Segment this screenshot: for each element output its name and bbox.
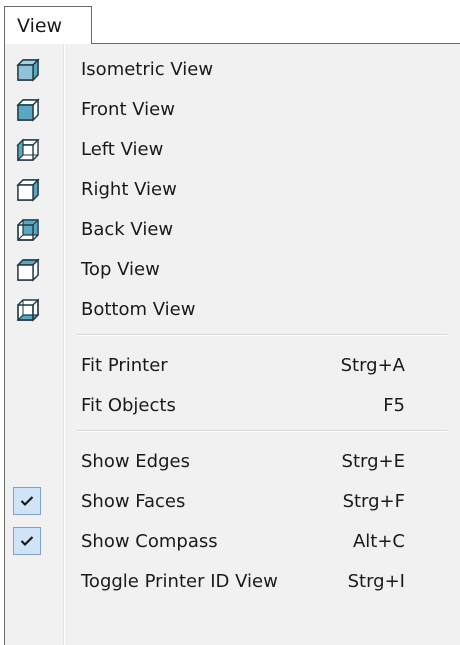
menu-item-label: Front View [81,99,175,120]
menu-item-label: Right View [81,179,177,200]
menu-item-shortcut: Strg+F [342,491,405,512]
menu-item-label: Show Faces [81,491,186,512]
menu-item-shortcut: Strg+E [341,451,405,472]
front-view-icon [15,97,41,123]
menu-item-top-view[interactable]: Top View [5,250,457,290]
view-menu-screenshot: View Isometric View Front View Left View… [0,0,460,645]
menu-item-show-faces[interactable]: Show Faces Strg+F [5,482,457,522]
menu-item-shortcut: Strg+A [340,355,405,376]
menu-item-left-view[interactable]: Left View [5,130,457,170]
checked-indicator [13,487,41,515]
menu-item-label: Top View [81,259,160,280]
menu-separator-highlight [77,335,447,336]
left-view-icon [15,137,41,163]
menu-item-back-view[interactable]: Back View [5,210,457,250]
menu-item-label: Isometric View [81,59,214,80]
menu-item-label: Show Edges [81,451,190,472]
menu-item-show-edges[interactable]: Show Edges Strg+E [5,442,457,482]
menu-item-shortcut: Strg+I [347,571,405,592]
menu-item-shortcut: Alt+C [352,531,405,552]
menu-item-front-view[interactable]: Front View [5,90,457,130]
menu-item-label: Show Compass [81,531,218,552]
menu-item-label: Fit Printer [81,355,168,376]
menu-item-show-compass[interactable]: Show Compass Alt+C [5,522,457,562]
menu-bar: View [0,0,460,44]
menu-item-label: Fit Objects [81,395,176,416]
menu-item-bottom-view[interactable]: Bottom View [5,290,457,330]
view-dropdown-menu: Isometric View Front View Left View Righ… [4,43,460,645]
menu-item-right-view[interactable]: Right View [5,170,457,210]
right-view-icon [15,177,41,203]
menu-item-isometric-view[interactable]: Isometric View [5,50,457,90]
menu-item-label: Back View [81,219,174,240]
menu-item-fit-objects[interactable]: Fit Objects F5 [5,386,457,426]
checkmark-icon [20,496,34,507]
menu-item-label: Bottom View [81,299,196,320]
menu-item-toggle-printer-id-view[interactable]: Toggle Printer ID View Strg+I [5,562,457,602]
checked-indicator [13,527,41,555]
checkmark-icon [20,536,34,547]
back-view-icon [15,217,41,243]
menu-item-label: Left View [81,139,164,160]
top-view-icon [15,257,41,283]
menu-item-shortcut: F5 [383,395,405,416]
menu-item-label: Toggle Printer ID View [81,571,278,592]
bottom-view-icon [15,297,41,323]
menu-separator-highlight [77,431,447,432]
menu-view[interactable]: View [4,6,92,44]
isometric-view-icon [15,57,41,83]
menu-item-fit-printer[interactable]: Fit Printer Strg+A [5,346,457,386]
menu-view-label: View [17,15,63,37]
